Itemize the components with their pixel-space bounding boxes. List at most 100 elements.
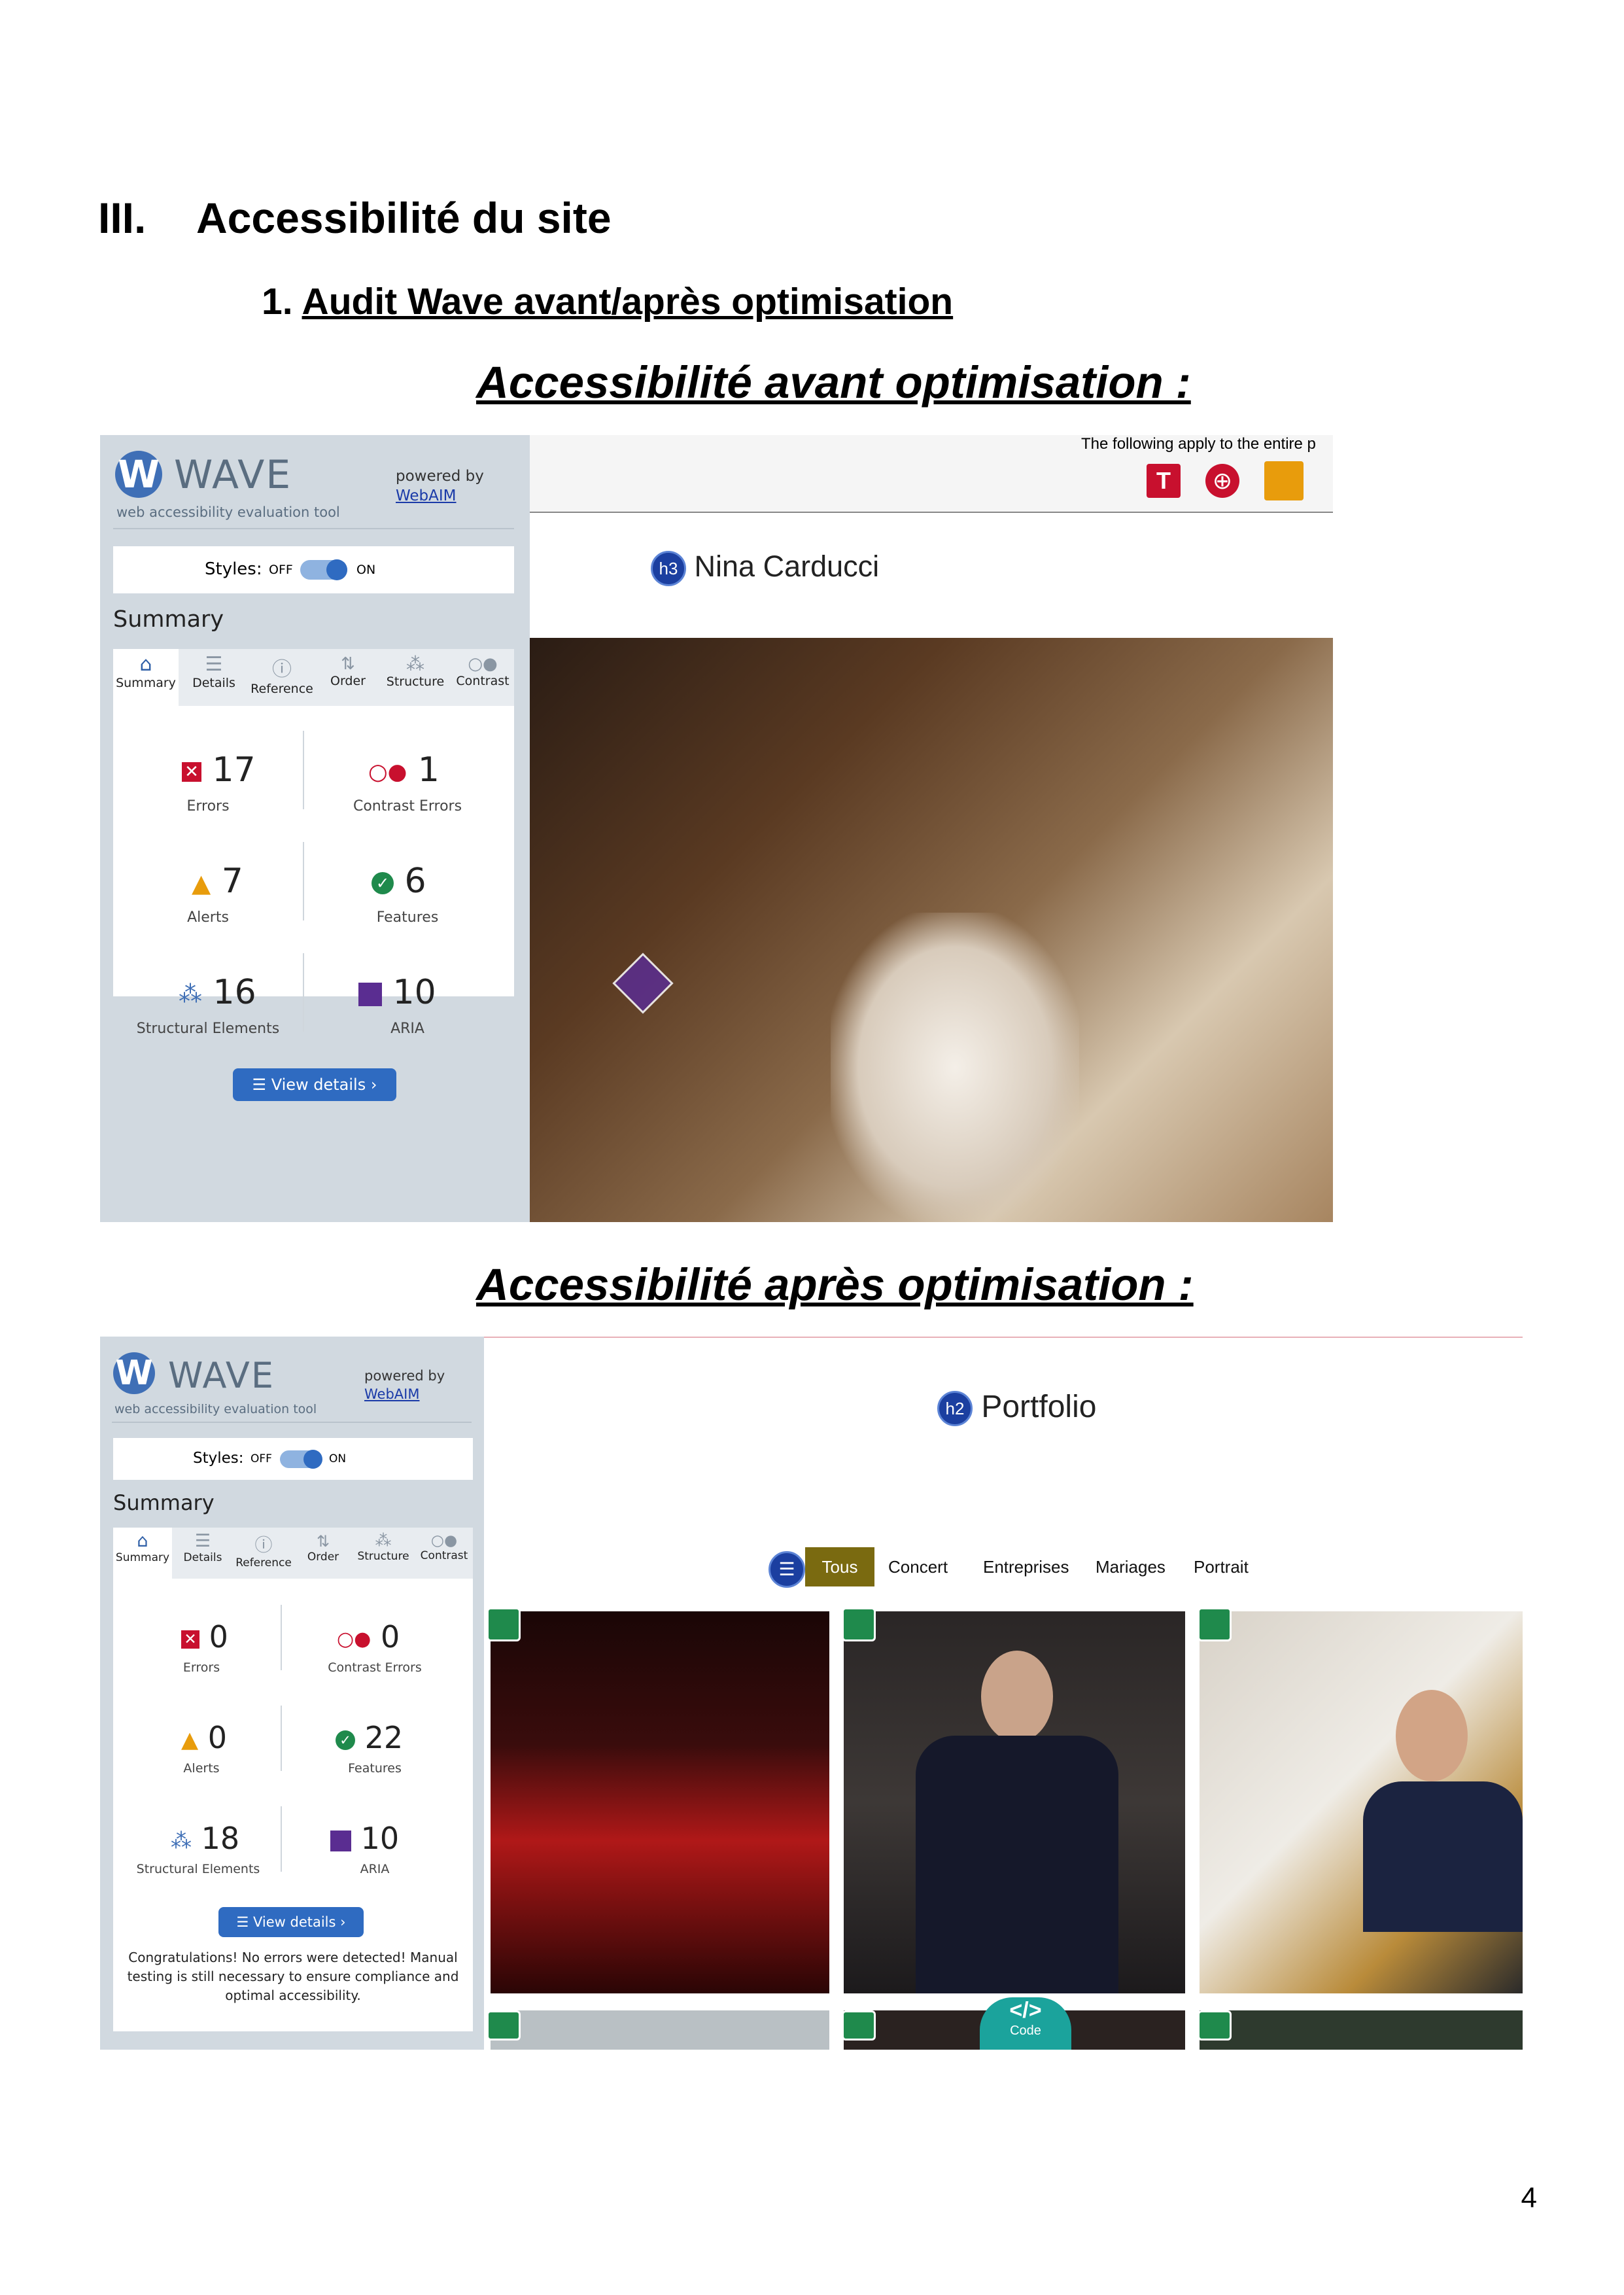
site-heading: h3 Nina Carducci xyxy=(651,550,879,587)
view-details-button[interactable]: ☰ View details › xyxy=(233,1068,396,1101)
filter-portrait[interactable]: Portrait xyxy=(1194,1547,1249,1586)
gallery-image-row2-1[interactable] xyxy=(491,2010,829,2050)
styles-box: Styles: OFF ON xyxy=(113,1438,473,1480)
features-stat[interactable]: ✓ 22 xyxy=(336,1720,403,1755)
heading-badge-icon: h2 xyxy=(937,1391,973,1427)
image-alt-icon[interactable] xyxy=(1198,2010,1232,2041)
tab-reference[interactable]: ⓘ Reference xyxy=(248,649,316,706)
error-icon: ✕ xyxy=(181,1630,199,1649)
alerts-label: Alerts xyxy=(187,909,229,926)
list-structure-icon[interactable]: ☰ xyxy=(769,1551,805,1588)
structural-stat[interactable]: ⁂ 16 xyxy=(179,973,256,1012)
tab-contrast[interactable]: ○● Contrast xyxy=(451,649,514,706)
subsection-title: Audit Wave avant/après optimisation xyxy=(302,281,954,323)
tab-details[interactable]: ☰ Details xyxy=(173,1528,232,1579)
image-alt-icon[interactable] xyxy=(487,2010,521,2041)
panel-divider xyxy=(113,528,514,529)
tab-summary[interactable]: ⌂ Summary xyxy=(113,1528,172,1579)
aria-stat[interactable]: 10 xyxy=(330,1821,399,1856)
tab-structure[interactable]: ⁂ Structure xyxy=(352,1528,415,1579)
before-screenshot: W WAVE web accessibility evaluation tool… xyxy=(100,435,1333,1222)
alert-icon: ▲ xyxy=(192,869,211,898)
view-details-button[interactable]: ☰ View details › xyxy=(218,1907,364,1937)
alerts-count: 7 xyxy=(221,862,243,901)
order-icon: ⇅ xyxy=(341,654,355,674)
contrast-errors-label: Contrast Errors xyxy=(353,798,462,815)
missing-title-icon[interactable]: T xyxy=(1147,464,1181,498)
portrait-suit xyxy=(916,1736,1118,1993)
aria-stat[interactable]: 10 xyxy=(358,973,436,1012)
features-stat[interactable]: ✓ 6 xyxy=(371,862,426,901)
alerts-stat[interactable]: ▲ 7 xyxy=(192,862,243,901)
hero-photo xyxy=(530,638,1333,1222)
filter-mariages[interactable]: Mariages xyxy=(1096,1547,1166,1586)
styles-on-label: ON xyxy=(356,563,376,577)
image-alt-icon[interactable] xyxy=(842,2010,876,2041)
tab-details[interactable]: ☰ Details xyxy=(181,649,247,706)
structural-stat[interactable]: ⁂ 18 xyxy=(171,1821,239,1856)
contrast-errors-stat[interactable]: ○● 0 xyxy=(337,1619,400,1655)
wave-logo-icon: W xyxy=(113,1352,155,1394)
wave-tabs: ⌂ Summary ☰ Details ⓘ Reference ⇅ Order … xyxy=(113,649,514,706)
aria-icon xyxy=(358,983,382,1006)
styles-off-label: OFF xyxy=(269,563,293,577)
document-alert-icon[interactable] xyxy=(1264,461,1304,500)
structure-icon: ⁂ xyxy=(406,653,424,674)
styles-toggle[interactable] xyxy=(300,559,347,580)
errors-count: 0 xyxy=(209,1619,228,1655)
wave-panel: W WAVE web accessibility evaluation tool… xyxy=(100,1337,484,2050)
gallery-image-row2-3[interactable] xyxy=(1200,2010,1523,2050)
wave-logo-text: WAVE xyxy=(168,1355,275,1396)
aria-marker-icon[interactable] xyxy=(612,953,674,1014)
tab-order[interactable]: ⇅ Order xyxy=(317,649,379,706)
tab-summary[interactable]: ⌂ Summary xyxy=(113,649,179,706)
portrait-face xyxy=(1396,1690,1468,1781)
summary-title: Summary xyxy=(113,1490,215,1515)
errors-stat[interactable]: ✕ 17 xyxy=(182,750,256,790)
errors-stat[interactable]: ✕ 0 xyxy=(181,1619,228,1655)
styles-on-label: ON xyxy=(329,1452,347,1465)
site-heading: h2 Portfolio xyxy=(937,1389,1097,1427)
gallery-image-business[interactable] xyxy=(844,1611,1185,1993)
after-screenshot: W WAVE web accessibility evaluation tool… xyxy=(100,1337,1523,2050)
tab-structure[interactable]: ⁂ Structure xyxy=(380,649,451,706)
gallery-image-concert[interactable] xyxy=(491,1611,829,1993)
errors-label: Errors xyxy=(186,798,230,815)
styles-label: Styles: xyxy=(193,1450,244,1467)
filter-entreprises[interactable]: Entreprises xyxy=(983,1547,1069,1586)
image-alt-icon[interactable] xyxy=(487,1607,521,1641)
toggle-knob xyxy=(303,1450,322,1469)
site-header: The following apply to the entire p T ⊕ xyxy=(530,435,1333,513)
webaim-link[interactable]: WebAIM xyxy=(396,487,457,504)
features-count: 22 xyxy=(364,1720,404,1755)
errors-label: Errors xyxy=(182,1660,220,1675)
home-icon: ⌂ xyxy=(139,653,152,676)
alerts-label: Alerts xyxy=(183,1761,220,1776)
tab-reference[interactable]: ⓘ Reference xyxy=(233,1528,294,1579)
image-alt-icon[interactable] xyxy=(842,1607,876,1641)
alerts-stat[interactable]: ▲ 0 xyxy=(181,1720,227,1755)
error-icon: ✕ xyxy=(182,762,201,782)
image-alt-icon[interactable] xyxy=(1198,1607,1232,1641)
structure-icon: ⁂ xyxy=(171,1828,192,1853)
powered-by: powered by xyxy=(364,1368,445,1384)
features-label: Features xyxy=(376,909,439,926)
site-heading-text: Portfolio xyxy=(981,1390,1097,1424)
styles-toggle[interactable] xyxy=(280,1450,322,1469)
order-icon: ⇅ xyxy=(316,1532,330,1550)
contrast-errors-count: 0 xyxy=(380,1619,400,1655)
tab-order[interactable]: ⇅ Order xyxy=(295,1528,351,1579)
tab-contrast[interactable]: ○● Contrast xyxy=(415,1528,473,1579)
contrast-errors-stat[interactable]: ○● 1 xyxy=(368,750,440,790)
filter-tous[interactable]: Tous xyxy=(805,1547,874,1586)
filter-concert[interactable]: Concert xyxy=(888,1547,948,1586)
gallery-image-office[interactable] xyxy=(1200,1611,1523,1993)
language-error-icon[interactable]: ⊕ xyxy=(1205,464,1239,498)
webaim-link[interactable]: WebAIM xyxy=(364,1386,419,1402)
alert-icon: ▲ xyxy=(181,1726,199,1753)
code-icon: </> xyxy=(1009,1998,1042,2023)
summary-title: Summary xyxy=(113,606,224,633)
toggle-knob xyxy=(326,559,347,580)
wave-tagline: web accessibility evaluation tool xyxy=(116,504,340,520)
code-toggle-button[interactable]: </> Code xyxy=(980,1997,1071,2050)
